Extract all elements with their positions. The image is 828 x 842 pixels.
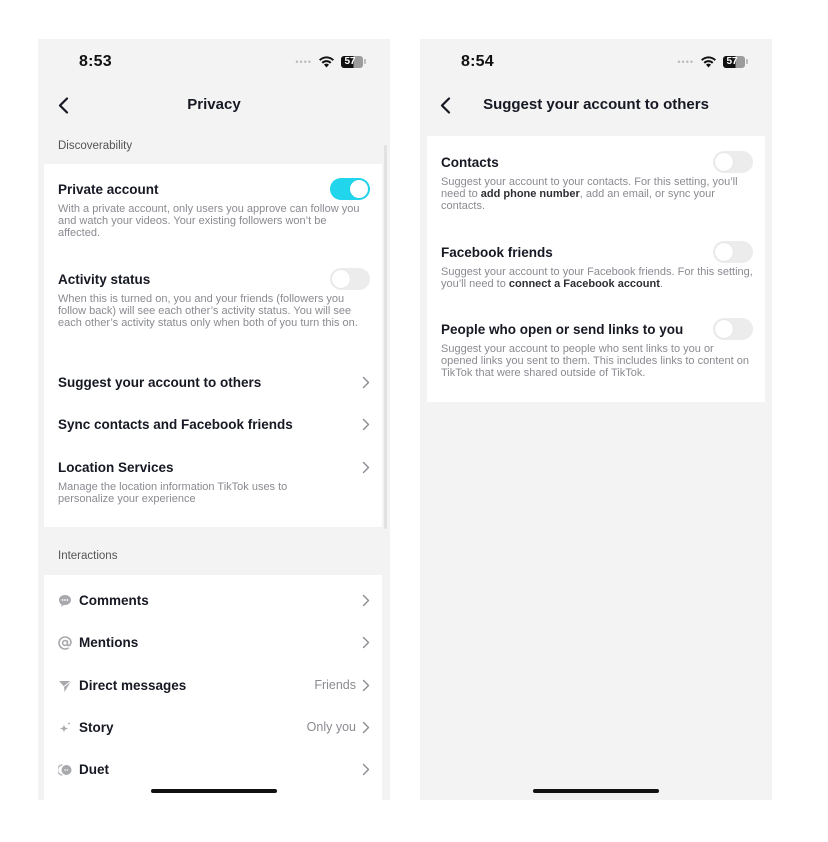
status-time: 8:53: [79, 53, 112, 70]
suggest-settings-card: Contacts Suggest your account to your co…: [427, 136, 765, 402]
setting-people-links: People who open or send links to you Sug…: [441, 318, 753, 379]
home-indicator[interactable]: [151, 789, 277, 793]
setting-private-account: Private account With a private account, …: [58, 178, 370, 239]
setting-title: Facebook friends: [441, 245, 553, 260]
menu-item-label: Mentions: [79, 635, 139, 650]
at-icon: [58, 636, 72, 650]
scrollbar[interactable]: [384, 145, 387, 529]
setting-description: Manage the location information TikTok u…: [58, 481, 288, 505]
status-bar: 8:53 •••• 57: [38, 39, 390, 89]
chevron-right-icon: [362, 636, 370, 649]
privacy-screen: 8:53 •••• 57 Privacy Discoverability Pri…: [38, 39, 390, 800]
discoverability-card: Private account With a private account, …: [44, 164, 382, 527]
menu-item-duet[interactable]: Duet: [58, 762, 370, 780]
menu-item-label: Sync contacts and Facebook friends: [58, 417, 293, 432]
private-account-toggle[interactable]: [330, 178, 370, 200]
battery-level: 57: [341, 55, 363, 68]
sparkle-icon: [59, 721, 71, 733]
menu-item-label: Suggest your account to others: [58, 375, 262, 390]
status-time: 8:54: [461, 53, 494, 70]
section-header-discoverability: Discoverability: [58, 140, 133, 152]
page-title: Suggest your account to others: [483, 96, 709, 113]
chevron-right-icon: [362, 418, 370, 431]
menu-item-label: Comments: [79, 593, 149, 608]
menu-item-location-services[interactable]: Location Services Manage the location in…: [58, 460, 370, 505]
connect-facebook-link[interactable]: connect a Facebook account: [509, 278, 660, 290]
menu-item-mentions[interactable]: Mentions: [58, 635, 370, 653]
wifi-icon: [319, 56, 334, 68]
menu-item-label: Duet: [79, 762, 109, 777]
cellular-signal-icon: ••••: [295, 56, 312, 67]
battery-icon: 57: [723, 55, 748, 68]
wifi-icon: [701, 56, 716, 68]
duet-icon: [58, 764, 72, 776]
chevron-right-icon: [362, 461, 370, 474]
status-bar: 8:54 •••• 57: [420, 39, 772, 89]
battery-icon: 57: [341, 55, 366, 68]
setting-facebook-friends: Facebook friends Suggest your account to…: [441, 241, 753, 290]
setting-title: Activity status: [58, 272, 151, 287]
menu-item-story[interactable]: Story Only you: [58, 720, 370, 738]
menu-item-direct-messages[interactable]: Direct messages Friends: [58, 678, 370, 696]
setting-description: With a private account, only users you a…: [58, 203, 360, 239]
battery-level: 57: [723, 55, 745, 68]
setting-description: Suggest your account to your contacts. F…: [441, 176, 738, 212]
setting-contacts: Contacts Suggest your account to your co…: [441, 151, 753, 212]
activity-status-toggle[interactable]: [330, 268, 370, 290]
menu-item-value: Friends: [314, 678, 356, 692]
direct-message-icon: [59, 680, 72, 692]
menu-item-label: Location Services: [58, 460, 174, 475]
status-icons: •••• 57: [295, 55, 366, 68]
page-title: Privacy: [187, 96, 241, 113]
facebook-friends-toggle[interactable]: [713, 241, 753, 263]
menu-item-sync-contacts[interactable]: Sync contacts and Facebook friends: [58, 417, 370, 435]
setting-title: Private account: [58, 182, 159, 197]
chevron-right-icon: [362, 376, 370, 389]
menu-item-suggest-account[interactable]: Suggest your account to others: [58, 375, 370, 393]
menu-item-comments[interactable]: Comments: [58, 593, 370, 611]
home-indicator[interactable]: [533, 789, 659, 793]
section-header-interactions: Interactions: [58, 550, 118, 562]
nav-bar: Suggest your account to others: [420, 89, 772, 121]
suggest-account-screen: 8:54 •••• 57 Suggest your account to oth…: [420, 39, 772, 800]
chevron-right-icon: [362, 721, 370, 734]
add-phone-number-link[interactable]: add phone number: [481, 188, 580, 200]
chevron-right-icon: [362, 679, 370, 692]
interactions-card: Comments Mentions Direct messages Friend…: [44, 575, 382, 800]
setting-title: People who open or send links to you: [441, 322, 684, 337]
chevron-right-icon: [362, 763, 370, 776]
status-icons: •••• 57: [677, 55, 748, 68]
setting-description: Suggest your account to people who sent …: [441, 343, 749, 379]
setting-title: Contacts: [441, 155, 499, 170]
setting-activity-status: Activity status When this is turned on, …: [58, 268, 370, 329]
setting-description: When this is turned on, you and your fri…: [58, 293, 358, 329]
chevron-right-icon: [362, 594, 370, 607]
comment-icon: [59, 595, 71, 607]
contacts-toggle[interactable]: [713, 151, 753, 173]
people-links-toggle[interactable]: [713, 318, 753, 340]
cellular-signal-icon: ••••: [677, 56, 694, 67]
nav-bar: Privacy: [38, 89, 390, 121]
menu-item-value: Only you: [306, 720, 356, 734]
setting-description: Suggest your account to your Facebook fr…: [441, 266, 753, 290]
